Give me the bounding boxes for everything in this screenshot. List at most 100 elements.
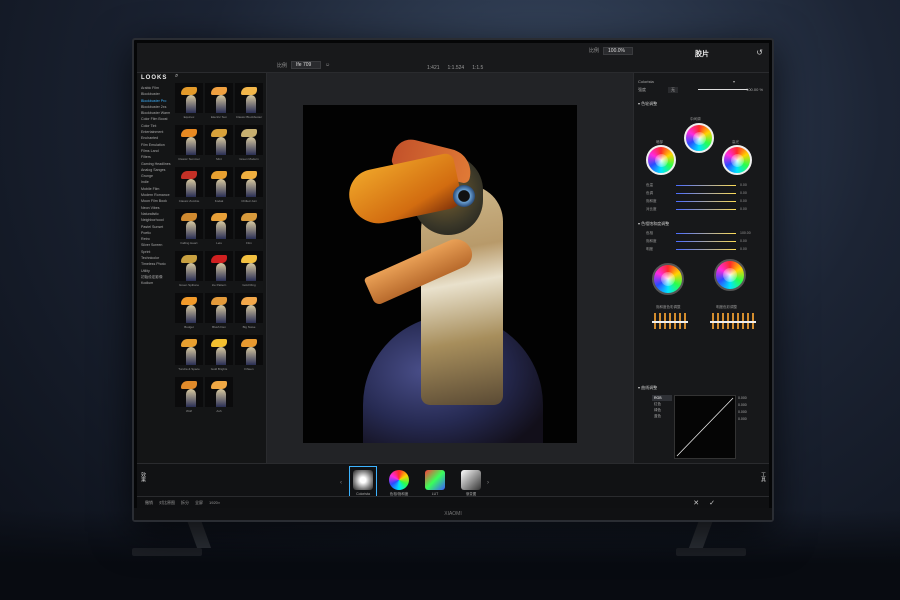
look-thumbnail-label: Gold Ring xyxy=(242,283,256,287)
look-thumbnail[interactable]: Lets xyxy=(205,209,233,249)
chevron-right-icon[interactable]: › xyxy=(487,480,489,486)
effects-tab[interactable]: 效果 xyxy=(139,472,147,482)
look-thumbnail-image xyxy=(175,125,203,155)
status-item[interactable]: 撤销 xyxy=(145,500,153,506)
tools-tab[interactable]: 工具 xyxy=(759,472,767,482)
eq-bar[interactable] xyxy=(657,313,663,329)
eq-bar[interactable] xyxy=(662,313,668,329)
look-thumbnail[interactable]: Kodak xyxy=(205,167,233,207)
image-viewer[interactable] xyxy=(267,73,633,463)
eq-bar[interactable] xyxy=(672,313,678,329)
slider-value: 100.00 xyxy=(740,231,751,235)
adjustment-slider[interactable] xyxy=(676,209,736,210)
eq-bar[interactable] xyxy=(740,313,746,329)
look-thumbnail[interactable]: Tundra & Space xyxy=(175,335,203,375)
eq-bar[interactable] xyxy=(682,313,688,329)
adjustment-slider[interactable] xyxy=(676,201,736,202)
tool-button[interactable]: Colorista xyxy=(349,466,377,500)
zoom-select[interactable]: 100.0% xyxy=(603,47,634,55)
midtone-wheel[interactable] xyxy=(684,123,714,153)
look-thumbnail[interactable]: Wolf xyxy=(175,377,203,417)
tool-button[interactable]: LUT xyxy=(421,466,449,500)
opacity-value: 100.00 % xyxy=(746,87,763,92)
look-thumbnail-label: Kodak xyxy=(214,199,224,203)
hue-wheel-right[interactable] xyxy=(714,259,746,291)
look-thumbnail[interactable]: Electric Sun xyxy=(205,83,233,123)
adjustment-slider[interactable] xyxy=(676,233,736,234)
look-thumbnail[interactable]: Classic Summer xyxy=(175,125,203,165)
eq-bar[interactable] xyxy=(710,313,716,329)
look-thumbnail[interactable]: Classic Blockbuster xyxy=(235,83,263,123)
shadow-wheel[interactable] xyxy=(646,145,676,175)
eq-bar[interactable] xyxy=(745,313,751,329)
section-color-wheels[interactable]: ▾ 色轮调整 xyxy=(638,101,765,107)
search-icon[interactable]: ⌕ xyxy=(175,73,178,80)
curve-value: 0.000 xyxy=(738,396,747,400)
opacity-select[interactable]: 无 xyxy=(668,87,678,93)
looks-category-list: Arabic Film Blockbuster Blockbuster Pro Blo… xyxy=(141,85,173,287)
tool-button[interactable]: 色相/饱和度 xyxy=(385,466,413,500)
effect-dropdown[interactable]: Colorista ▾ xyxy=(638,79,765,84)
preset-select[interactable]: Ife 709 xyxy=(291,61,322,69)
status-item[interactable]: 1920× xyxy=(209,500,220,506)
look-thumbnail[interactable]: Equinox xyxy=(175,83,203,123)
eq-bar[interactable] xyxy=(730,313,736,329)
status-item[interactable]: 全屏 xyxy=(195,500,203,506)
eq-bar[interactable] xyxy=(652,313,658,329)
eq-bar[interactable] xyxy=(725,313,731,329)
section-hue-sat[interactable]: ▾ 色相饱和度调整 xyxy=(638,221,765,227)
tool-icon xyxy=(425,470,445,490)
look-thumbnail-image xyxy=(235,83,263,113)
eq-bar[interactable] xyxy=(735,313,741,329)
shadow-label: 暗部 xyxy=(656,140,663,144)
status-item[interactable]: 对比原图 xyxy=(159,500,175,506)
person-icon[interactable]: ☺ xyxy=(325,62,330,68)
adjustment-slider[interactable] xyxy=(676,185,736,186)
eq-bar[interactable] xyxy=(720,313,726,329)
chevron-left-icon[interactable]: ‹ xyxy=(340,480,342,486)
eq-bar[interactable] xyxy=(715,313,721,329)
look-thumbnail[interactable]: Ash xyxy=(205,377,233,417)
look-thumbnail-image xyxy=(205,83,233,113)
look-thumbnail-label: Electric Sun xyxy=(210,115,227,119)
look-thumbnail[interactable]: Classic Zombie xyxy=(175,167,203,207)
eq-sliders-right[interactable] xyxy=(710,313,756,329)
look-thumbnail-image xyxy=(205,167,233,197)
look-thumbnail[interactable]: Blush Den xyxy=(205,293,233,333)
eq-bar[interactable] xyxy=(667,313,673,329)
look-thumbnail[interactable]: Falling Heart xyxy=(175,209,203,249)
status-item[interactable]: 拆分 xyxy=(181,500,189,506)
curve-tab-blue[interactable]: 蓝色 xyxy=(652,413,672,419)
look-thumbnail[interactable]: Budget xyxy=(175,293,203,333)
opacity-slider[interactable] xyxy=(698,89,748,90)
tool-button[interactable]: 渐变图 xyxy=(457,466,485,500)
look-thumbnail[interactable]: Green Modern xyxy=(235,125,263,165)
look-thumbnail[interactable]: Fifteen xyxy=(235,335,263,375)
section-curve[interactable]: ▾ 曲线调整 xyxy=(638,385,765,391)
chevron-down-icon: ▾ xyxy=(732,79,735,84)
look-thumbnail[interactable]: Chilled Juni xyxy=(235,167,263,207)
look-thumbnail[interactable]: Gold Brights xyxy=(205,335,233,375)
slider-label: 饱和度 xyxy=(646,239,657,243)
confirm-icon[interactable]: ✓ xyxy=(709,499,715,507)
look-thumbnail[interactable]: Gold Ring xyxy=(235,251,263,291)
cancel-icon[interactable]: ✕ xyxy=(693,499,699,507)
hue-wheel-left[interactable] xyxy=(652,263,684,295)
eq-bar[interactable] xyxy=(750,313,756,329)
highlight-wheel[interactable] xyxy=(722,145,752,175)
curve-editor[interactable] xyxy=(674,395,736,459)
adjustment-slider[interactable] xyxy=(676,193,736,194)
adjustment-slider[interactable] xyxy=(676,249,736,250)
app-screen: 比例 Ife 709 ☺ 1:421 1:1.524 1:1.5 比例 100.… xyxy=(137,43,769,508)
look-thumbnail[interactable]: Mint xyxy=(205,125,233,165)
eq-sliders-left[interactable] xyxy=(652,313,688,329)
look-thumbnail[interactable]: Ice Pattern xyxy=(205,251,233,291)
look-thumbnail[interactable]: Big Noise xyxy=(235,293,263,333)
looks-category-item[interactable]: Gaming Headlines xyxy=(141,161,173,167)
look-thumbnail[interactable]: Green Splitone xyxy=(175,251,203,291)
reset-icon[interactable]: ↺ xyxy=(756,48,763,57)
look-thumbnail[interactable]: Film xyxy=(235,209,263,249)
looks-category-item[interactable]: Kodium xyxy=(141,280,173,286)
adjustment-slider[interactable] xyxy=(676,241,736,242)
eq-bar[interactable] xyxy=(677,313,683,329)
